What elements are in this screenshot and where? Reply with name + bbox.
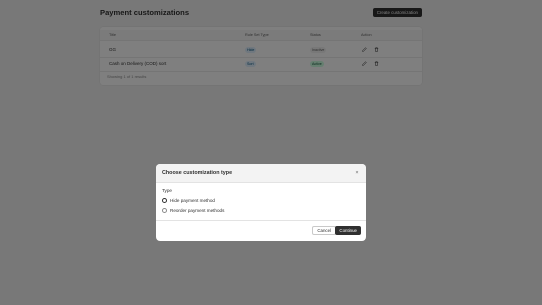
modal-divider <box>156 220 366 221</box>
modal-backdrop[interactable] <box>0 0 542 305</box>
radio-option-hide-payment-method[interactable]: Hide payment method <box>162 196 215 204</box>
radio-label: Reorder payment methods <box>170 207 225 213</box>
type-label: Type <box>162 188 172 193</box>
continue-button[interactable]: Continue <box>335 226 361 235</box>
close-icon: × <box>355 170 359 176</box>
close-button[interactable]: × <box>353 169 361 177</box>
radio-label: Hide payment method <box>170 197 215 203</box>
radio-button-selected[interactable] <box>162 197 167 203</box>
modal-header: Choose customization type × <box>156 164 366 183</box>
choose-customization-type-modal: Choose customization type × Type Hide pa… <box>156 164 366 241</box>
radio-option-reorder-payment-methods[interactable]: Reorder payment methods <box>162 206 224 214</box>
modal-title: Choose customization type <box>162 170 233 176</box>
radio-button[interactable] <box>162 207 167 213</box>
cancel-button[interactable]: Cancel <box>312 226 336 235</box>
